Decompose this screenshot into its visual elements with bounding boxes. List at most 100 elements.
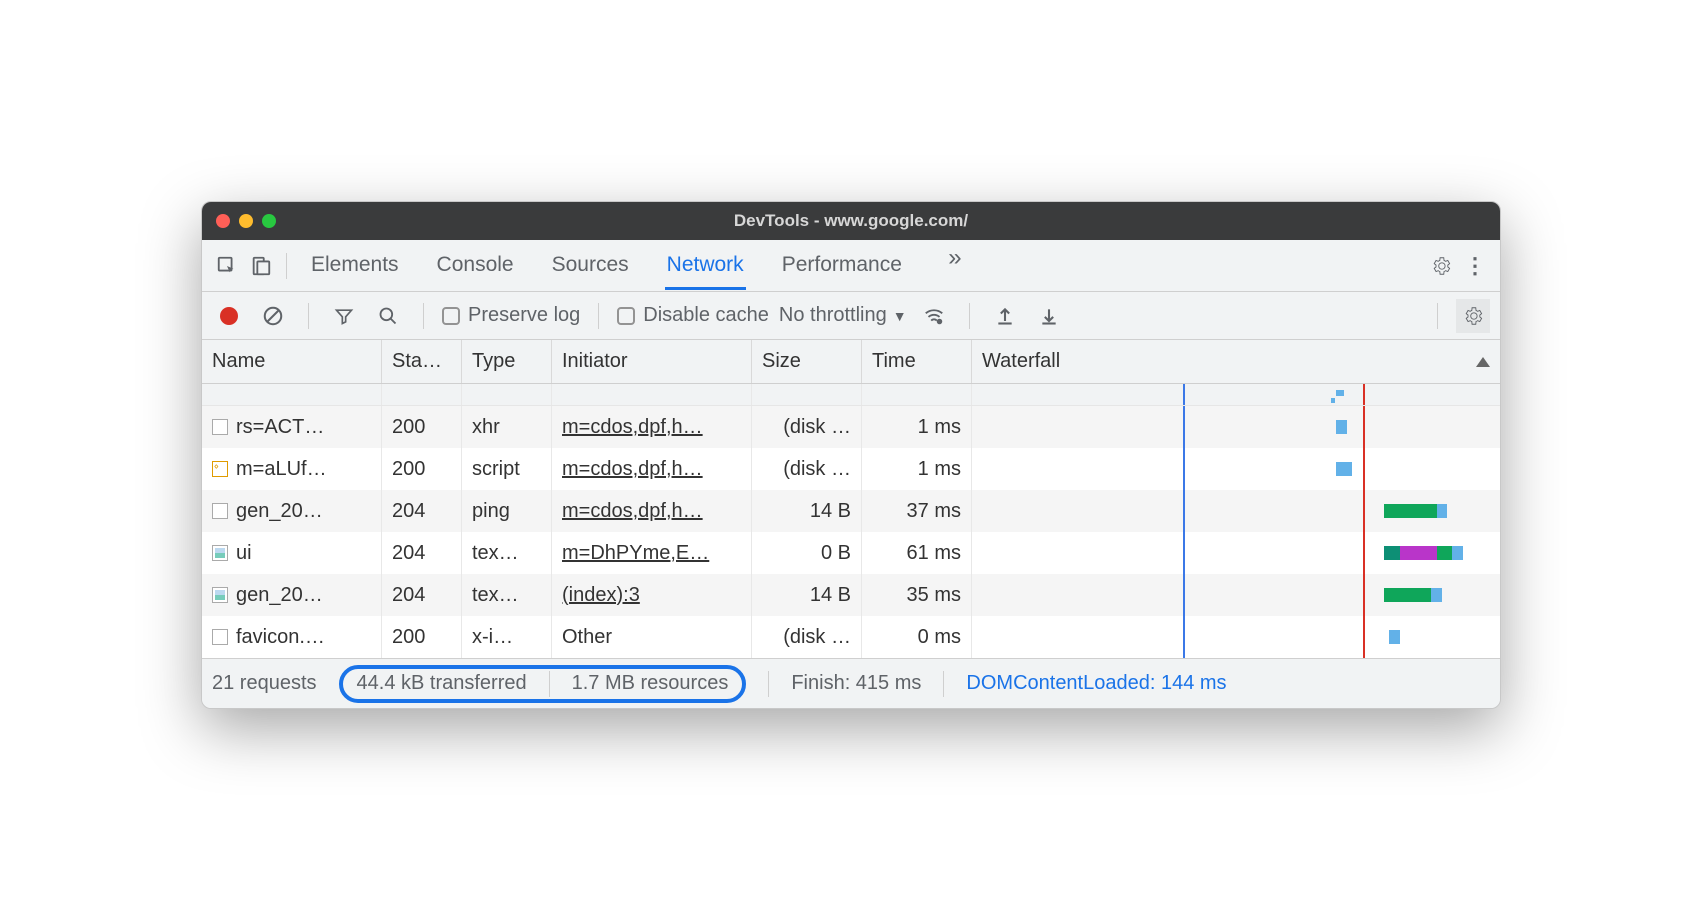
request-name: gen_20… — [236, 584, 323, 607]
col-initiator[interactable]: Initiator — [552, 340, 752, 383]
load-marker-line — [1363, 406, 1365, 448]
network-settings-icon[interactable] — [1456, 299, 1490, 333]
devtools-tabbar: Elements Console Sources Network Perform… — [202, 240, 1500, 292]
filter-icon[interactable] — [327, 299, 361, 333]
cell-waterfall — [972, 616, 1500, 658]
doc-file-icon — [212, 419, 228, 435]
record-button[interactable] — [212, 299, 246, 333]
device-toolbar-icon[interactable] — [244, 249, 278, 283]
request-name: rs=ACT… — [236, 416, 324, 439]
cell-initiator[interactable]: (index):3 — [562, 584, 640, 607]
waterfall-bar — [1384, 546, 1400, 560]
cell-initiator: Other — [562, 626, 612, 649]
cell-initiator[interactable]: m=cdos,dpf,h… — [562, 416, 703, 439]
cell-initiator[interactable]: m=cdos,dpf,h… — [562, 500, 703, 523]
load-marker-line — [1363, 384, 1365, 405]
dcl-marker-line — [1183, 490, 1185, 532]
cell-status: 204 — [382, 574, 462, 616]
cell-initiator[interactable]: m=DhPYme,E… — [562, 542, 709, 565]
network-conditions-icon[interactable] — [917, 299, 951, 333]
cell-size: 14 B — [752, 574, 862, 616]
waterfall-bar — [1384, 588, 1432, 602]
cell-type: ping — [462, 490, 552, 532]
sort-asc-icon — [1476, 357, 1490, 367]
clear-button[interactable] — [256, 299, 290, 333]
checkbox-icon — [442, 307, 460, 325]
cell-waterfall — [972, 574, 1500, 616]
import-har-icon[interactable] — [988, 299, 1022, 333]
divider — [423, 303, 424, 329]
status-resources: 1.7 MB resources — [572, 672, 729, 695]
divider — [549, 671, 550, 697]
tab-console[interactable]: Console — [435, 241, 516, 290]
cell-type: tex… — [462, 532, 552, 574]
col-time[interactable]: Time — [862, 340, 972, 383]
titlebar: DevTools - www.google.com/ — [202, 202, 1500, 240]
disable-cache-checkbox[interactable]: Disable cache — [617, 304, 769, 327]
script-file-icon — [212, 461, 228, 477]
col-name[interactable]: Name — [202, 340, 382, 383]
waterfall-bar — [1400, 546, 1437, 560]
export-har-icon[interactable] — [1032, 299, 1066, 333]
load-marker-line — [1363, 532, 1365, 574]
load-marker-line — [1363, 490, 1365, 532]
load-marker-line — [1363, 574, 1365, 616]
cell-type: script — [462, 448, 552, 490]
doc-file-icon — [212, 503, 228, 519]
tab-performance[interactable]: Performance — [780, 241, 904, 290]
throttling-dropdown[interactable]: No throttling ▼ — [779, 304, 907, 327]
cell-status: 200 — [382, 616, 462, 658]
dcl-marker-line — [1183, 616, 1185, 658]
tab-elements[interactable]: Elements — [309, 241, 401, 290]
col-type[interactable]: Type — [462, 340, 552, 383]
request-row[interactable]: ui204tex…m=DhPYme,E…0 B61 ms — [202, 532, 1500, 574]
waterfall-overview[interactable] — [202, 384, 1500, 406]
cell-time: 37 ms — [862, 490, 972, 532]
request-row[interactable]: m=aLUf…200scriptm=cdos,dpf,h…(disk …1 ms — [202, 448, 1500, 490]
dcl-marker-line — [1183, 384, 1185, 405]
col-status[interactable]: Sta… — [382, 340, 462, 383]
request-name: gen_20… — [236, 500, 323, 523]
panel-tabs: Elements Console Sources Network Perform… — [309, 241, 1424, 290]
request-name: favicon.… — [236, 626, 325, 649]
kebab-menu-icon[interactable]: ⋮ — [1458, 249, 1492, 283]
waterfall-bar — [1437, 546, 1453, 560]
divider — [1437, 303, 1438, 329]
preserve-log-checkbox[interactable]: Preserve log — [442, 304, 580, 327]
cell-waterfall — [972, 406, 1500, 448]
doc-file-icon — [212, 629, 228, 645]
status-requests: 21 requests — [212, 672, 317, 695]
cell-waterfall — [972, 532, 1500, 574]
tab-network[interactable]: Network — [665, 241, 746, 290]
waterfall-bar — [1389, 630, 1400, 644]
img-file-icon — [212, 545, 228, 561]
request-row[interactable]: gen_20…204tex…(index):314 B35 ms — [202, 574, 1500, 616]
cell-initiator[interactable]: m=cdos,dpf,h… — [562, 458, 703, 481]
waterfall-bar — [1437, 504, 1448, 518]
settings-icon[interactable] — [1424, 249, 1458, 283]
inspect-element-icon[interactable] — [210, 249, 244, 283]
request-row[interactable]: gen_20…204pingm=cdos,dpf,h…14 B37 ms — [202, 490, 1500, 532]
dropdown-arrow-icon: ▼ — [893, 308, 907, 324]
status-dcl: DOMContentLoaded: 144 ms — [966, 672, 1226, 695]
waterfall-bar — [1452, 546, 1463, 560]
cell-time: 61 ms — [862, 532, 972, 574]
tab-sources[interactable]: Sources — [550, 241, 631, 290]
col-waterfall[interactable]: Waterfall — [972, 340, 1500, 383]
cell-time: 1 ms — [862, 448, 972, 490]
waterfall-bar — [1384, 504, 1437, 518]
cell-type: tex… — [462, 574, 552, 616]
more-tabs-icon[interactable]: » — [938, 241, 972, 275]
divider — [969, 303, 970, 329]
col-size[interactable]: Size — [752, 340, 862, 383]
cell-type: xhr — [462, 406, 552, 448]
cell-size: (disk … — [752, 616, 862, 658]
request-row[interactable]: favicon.…200x-i…Other(disk …0 ms — [202, 616, 1500, 658]
preserve-log-label: Preserve log — [468, 304, 580, 327]
search-icon[interactable] — [371, 299, 405, 333]
divider — [943, 671, 944, 697]
cell-time: 1 ms — [862, 406, 972, 448]
request-row[interactable]: rs=ACT…200xhrm=cdos,dpf,h…(disk …1 ms — [202, 406, 1500, 448]
divider — [286, 253, 287, 279]
dcl-marker-line — [1183, 406, 1185, 448]
